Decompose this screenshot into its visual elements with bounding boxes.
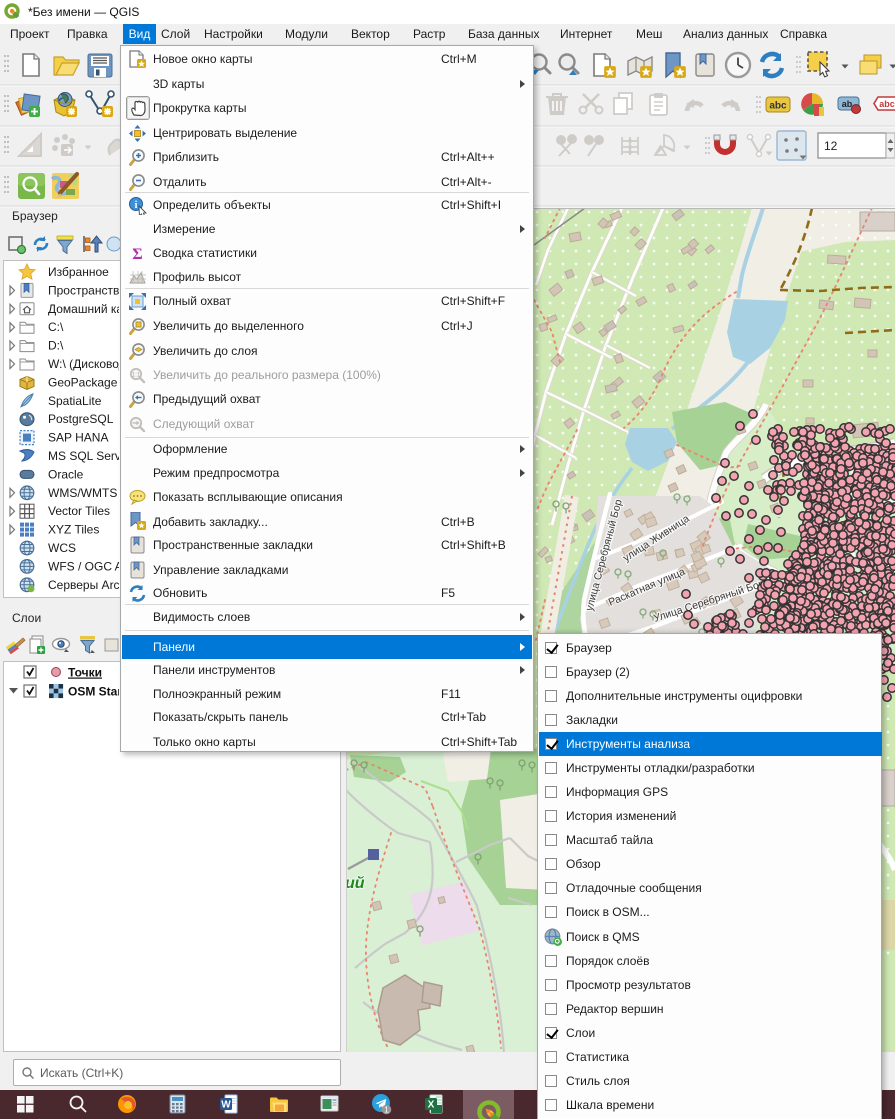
svg-text:1: 1: [384, 1106, 389, 1115]
svg-text:Σ: Σ: [132, 246, 142, 262]
svg-text:Серверы ArcGIS REST: Серверы ArcGIS REST: [48, 578, 119, 592]
svg-text:1:1: 1:1: [131, 372, 140, 379]
svg-text:SpatiaLite: SpatiaLite: [48, 394, 102, 408]
svg-text:WCS: WCS: [48, 541, 76, 555]
svg-text:ab: ab: [842, 99, 853, 109]
svg-text:Избранное: Избранное: [48, 265, 109, 279]
svg-text:GeoPackage: GeoPackage: [48, 375, 118, 389]
svg-text:W:\ (Дисковод BD-ROM): W:\ (Дисковод BD-ROM): [48, 357, 119, 371]
svg-text:OSM Standard: OSM Standard: [68, 685, 119, 699]
svg-text:C:\: C:\: [48, 320, 64, 334]
svg-text:12: 12: [824, 139, 838, 153]
svg-text:X: X: [428, 1100, 435, 1111]
svg-text:XYZ Tiles: XYZ Tiles: [48, 523, 99, 537]
svg-text:W: W: [221, 1100, 231, 1111]
svg-text:D:\: D:\: [48, 339, 64, 353]
svg-text:abc: abc: [879, 99, 895, 109]
svg-text:i: i: [135, 200, 138, 211]
svg-text:MS SQL Server: MS SQL Server: [48, 449, 119, 463]
svg-text:WMS/WMTS: WMS/WMTS: [48, 486, 117, 500]
svg-text:Точки: Точки: [68, 666, 102, 680]
svg-text:PostgreSQL: PostgreSQL: [48, 412, 114, 426]
svg-text:abc: abc: [769, 101, 787, 112]
svg-text:Пространственные закладки: Пространственные закладки: [48, 283, 119, 297]
svg-text:WFS / OGC API - Features: WFS / OGC API - Features: [48, 559, 119, 573]
svg-text:Oracle: Oracle: [48, 467, 84, 481]
svg-text:SAP HANA: SAP HANA: [48, 431, 108, 445]
svg-text:Домашний каталог: Домашний каталог: [48, 302, 119, 316]
svg-text:ий: ий: [346, 875, 365, 892]
svg-text:Vector Tiles: Vector Tiles: [48, 504, 110, 518]
